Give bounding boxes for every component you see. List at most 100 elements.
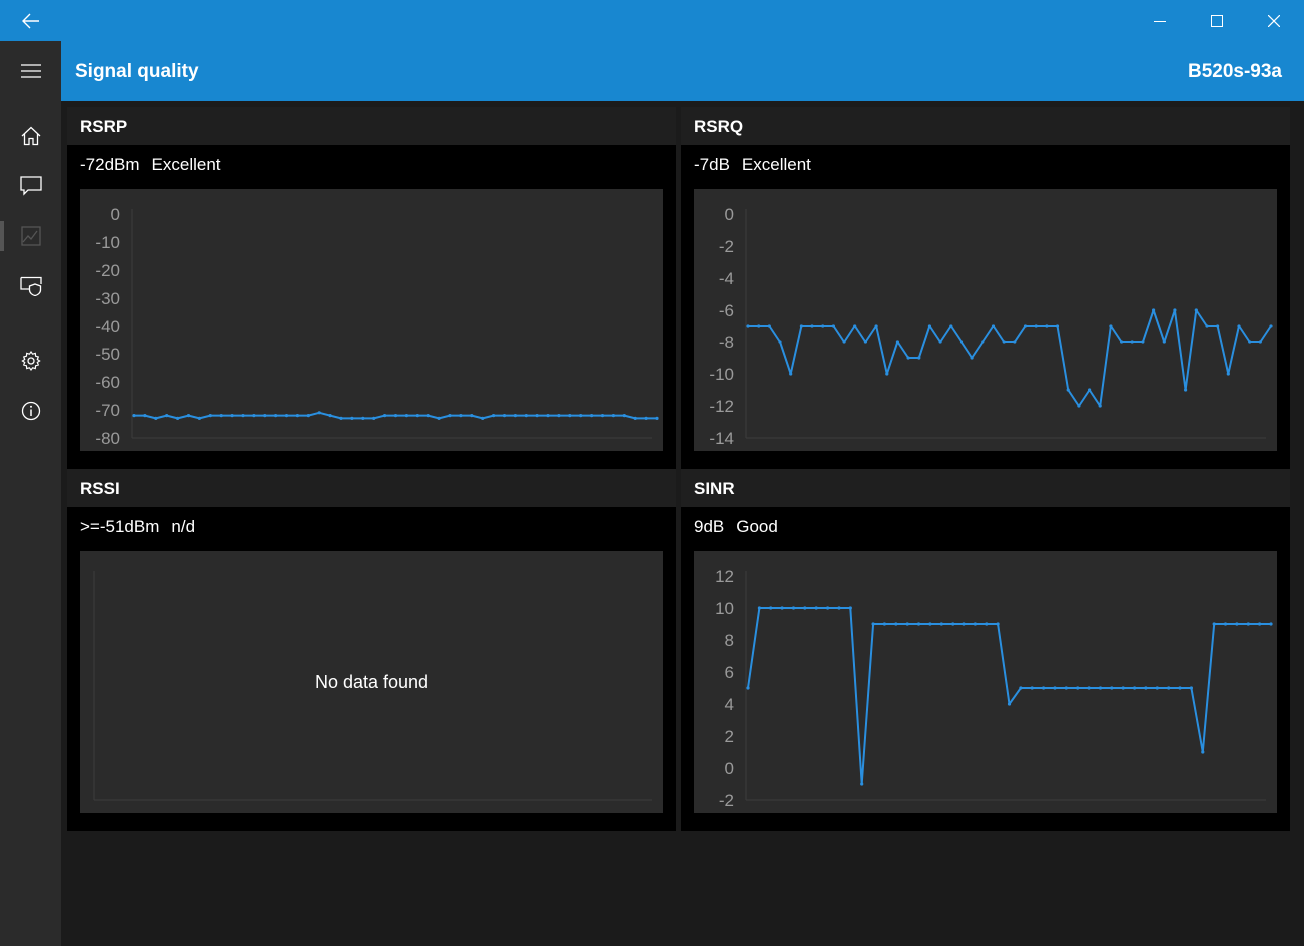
rsrq-data-point xyxy=(1269,324,1273,328)
y-tick-label: 10 xyxy=(715,599,734,618)
y-tick-label: 6 xyxy=(725,663,734,682)
nav-device-security[interactable] xyxy=(0,263,61,309)
rsrp-data-point xyxy=(263,414,267,418)
rsrq-data-point xyxy=(1248,340,1252,344)
nav-settings[interactable] xyxy=(0,338,61,384)
rsrp-chart: 0 -10 -20 -30 -40 -50 -60 -70 -80 xyxy=(80,189,663,451)
rsrp-data-point xyxy=(241,414,245,418)
rsrp-data-point xyxy=(590,414,594,418)
y-tick-label: 2 xyxy=(725,727,734,746)
sinr-data-point xyxy=(848,606,852,610)
app-window: Signal quality B520s-93a RSRP -72dBm Exce… xyxy=(0,0,1304,946)
rsrp-data-point xyxy=(513,414,517,418)
sinr-data-point xyxy=(1076,686,1080,690)
rsrp-data-point xyxy=(350,416,354,420)
panel-title: SINR xyxy=(694,479,735,498)
y-tick-label: -14 xyxy=(709,429,734,448)
rsrp-data-point xyxy=(470,414,474,418)
rsrp-data-point xyxy=(546,414,550,418)
rsrp-data-point xyxy=(557,414,561,418)
y-tick-label: 0 xyxy=(725,759,734,778)
rsrq-data-point xyxy=(1023,324,1028,328)
rsrq-data-point xyxy=(959,340,964,344)
rsrq-data-point xyxy=(1258,340,1262,344)
rsrq-data-point xyxy=(1173,308,1177,312)
rsrp-data-point xyxy=(230,414,234,418)
rsrp-data-point xyxy=(361,416,365,420)
sinr-data-point xyxy=(1053,686,1057,690)
sinr-data-point xyxy=(1258,622,1262,626)
rsrq-data-point xyxy=(863,340,867,344)
rsrp-data-point xyxy=(295,414,299,418)
back-button[interactable] xyxy=(8,0,54,41)
y-tick-label: -2 xyxy=(719,237,734,256)
rsrp-data-point xyxy=(317,411,321,415)
sinr-quality: Good xyxy=(736,517,778,536)
y-tick-label: -50 xyxy=(95,345,120,364)
minimize-icon xyxy=(1154,20,1166,22)
rsrq-data-point xyxy=(1034,324,1038,328)
minimize-button[interactable] xyxy=(1137,0,1183,41)
rsrp-data-point xyxy=(644,416,648,420)
close-icon xyxy=(1268,14,1280,27)
panel-header: RSRQ xyxy=(681,107,1290,145)
rsrq-data-point xyxy=(1216,324,1220,328)
sinr-data-point xyxy=(1167,686,1171,690)
rsrp-quality: Excellent xyxy=(151,155,221,174)
sinr-chart: 12 10 8 6 4 2 0 -2 xyxy=(694,551,1277,813)
panel-header: RSRP xyxy=(67,107,676,145)
rsrp-data-point xyxy=(132,414,136,418)
sinr-data-point xyxy=(769,606,773,610)
sinr-data-point xyxy=(882,622,886,626)
panel-title: RSSI xyxy=(80,479,120,498)
no-data-message: No data found xyxy=(314,671,429,692)
y-tick-label: -80 xyxy=(95,429,120,448)
sinr-data-point xyxy=(1269,622,1273,626)
sinr-data-point xyxy=(1030,686,1034,690)
rsrq-value-line: -7dB Excellent xyxy=(694,155,811,175)
rsrq-data-point xyxy=(810,324,814,328)
rsrp-data-point xyxy=(579,414,583,418)
y-tick-label: -4 xyxy=(719,269,734,288)
rsrq-data-point xyxy=(906,356,910,360)
rsrp-data-point xyxy=(568,414,572,418)
rsrp-data-point xyxy=(393,414,398,418)
nav-home[interactable] xyxy=(0,113,61,159)
sinr-data-point xyxy=(905,622,909,626)
rsrq-data-point xyxy=(981,340,985,344)
rsrp-data-point xyxy=(415,414,419,418)
y-tick-label: 4 xyxy=(725,695,734,714)
nav-signal-quality[interactable] xyxy=(0,213,61,259)
sinr-data-point xyxy=(996,622,1000,626)
rsrp-data-point xyxy=(208,414,212,418)
hamburger-menu-button[interactable] xyxy=(0,48,61,94)
close-button[interactable] xyxy=(1251,0,1297,41)
message-icon xyxy=(19,176,42,196)
rsrp-data-point xyxy=(426,414,430,418)
rsrq-data-point xyxy=(895,340,899,344)
rsrp-data-point xyxy=(274,414,278,418)
y-tick-label: -12 xyxy=(709,397,734,416)
rsrq-data-point xyxy=(1088,388,1092,392)
rsrq-data-point xyxy=(853,324,857,328)
rsrp-data-point xyxy=(502,414,507,418)
rsrp-data-point xyxy=(622,414,626,418)
rsrp-chart-svg: 0 -10 -20 -30 -40 -50 -60 -70 -80 xyxy=(95,205,659,448)
maximize-button[interactable] xyxy=(1194,0,1240,41)
rsrq-data-point xyxy=(970,356,974,360)
page-header: Signal quality B520s-93a xyxy=(61,41,1304,101)
sinr-data-point xyxy=(928,622,932,626)
rsrq-data-point xyxy=(1205,324,1209,328)
rsrq-data-point xyxy=(1226,372,1230,376)
rsrq-chart-svg: 0 -2 -4 -6 -8 -10 -12 -14 xyxy=(709,205,1273,448)
nav-about[interactable] xyxy=(0,388,61,434)
y-tick-label: -60 xyxy=(95,373,120,392)
sinr-data-point xyxy=(814,606,818,610)
y-tick-label: 12 xyxy=(715,567,734,586)
nav-messages[interactable] xyxy=(0,163,61,209)
rssi-chart: No data found xyxy=(80,551,663,813)
sinr-data-point xyxy=(1110,686,1114,690)
device-security-icon xyxy=(19,276,42,296)
sinr-data-point xyxy=(1155,686,1159,690)
rsrq-data-point xyxy=(1194,308,1198,312)
